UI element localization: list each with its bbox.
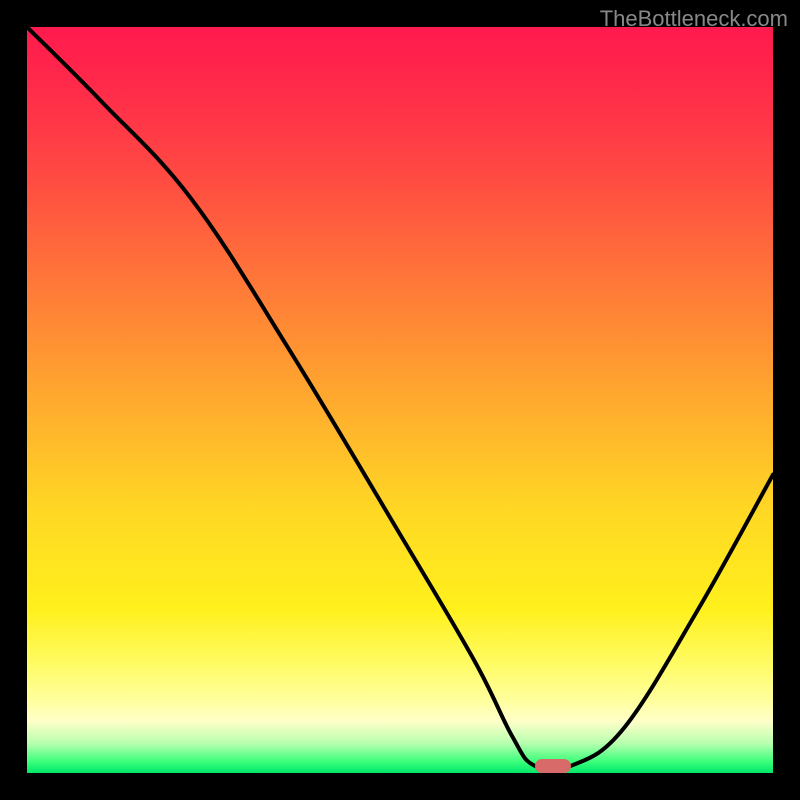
bottleneck-curve bbox=[27, 27, 773, 773]
optimal-marker bbox=[535, 759, 571, 773]
chart-plot-area bbox=[27, 27, 773, 773]
watermark-text: TheBottleneck.com bbox=[600, 6, 788, 32]
